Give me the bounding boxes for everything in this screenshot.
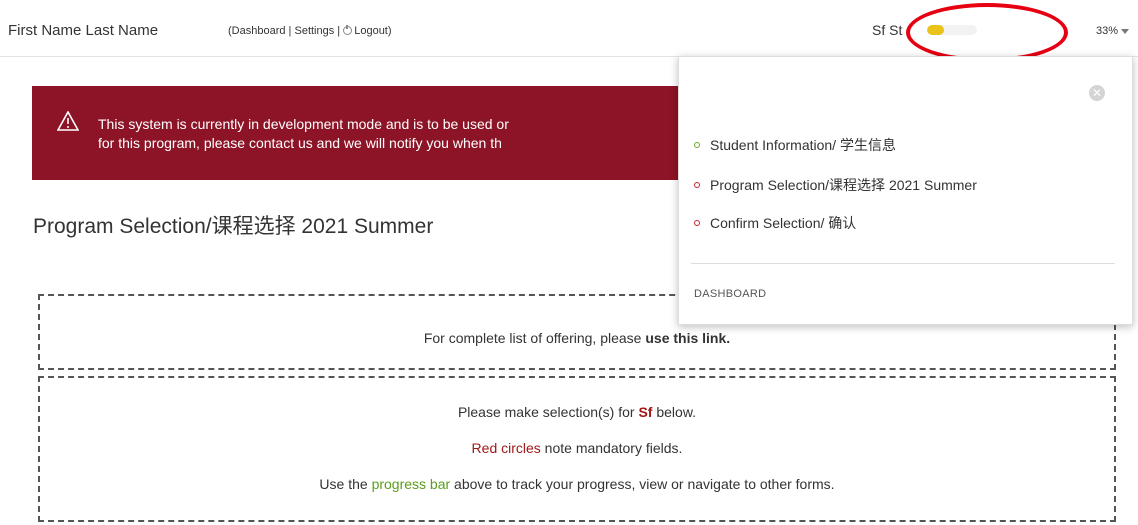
logout-label: Logout	[354, 25, 388, 37]
user-nav-links: (Dashboard | Settings | Logout)	[228, 25, 392, 37]
progress-bar[interactable]	[927, 25, 977, 35]
student-name-highlight: Sf	[638, 404, 653, 420]
instruction-1-prefix: Please make selection(s) for	[457, 404, 639, 420]
alert-text-line-2: for this program, please contact us and …	[98, 135, 502, 151]
page-title: Program Selection/课程选择 2021 Summer	[33, 215, 434, 238]
alert-text-line-1: This system is currently in development …	[98, 116, 509, 132]
dashboard-link[interactable]: Dashboard	[232, 25, 286, 37]
status-circle-icon	[694, 182, 700, 188]
instruction-1-suffix: below.	[652, 404, 697, 420]
settings-link[interactable]: Settings	[294, 25, 334, 37]
close-icon[interactable]: ✕	[1089, 85, 1105, 101]
red-circles-highlight: Red circles	[471, 440, 541, 456]
logout-link[interactable]: Logout	[343, 25, 388, 37]
instructions-box: Please make selection(s) for Sf below. R…	[38, 376, 1116, 522]
instruction-line-1: Please make selection(s) for Sf below.	[40, 404, 1114, 420]
progress-bar-fill	[927, 25, 944, 35]
instruction-3-prefix: Use the	[319, 476, 372, 492]
dev-mode-alert: This system is currently in development …	[32, 86, 732, 180]
dropdown-item-label: Confirm Selection/ 确认	[710, 215, 857, 231]
instruction-2-suffix: note mandatory fields.	[540, 440, 683, 456]
nav-separator: |	[334, 25, 344, 37]
dropdown-item-label: Program Selection/课程选择 2021 Summer	[710, 177, 977, 193]
dropdown-item-student-information[interactable]: Student Information/ 学生信息	[694, 135, 896, 155]
nav-paren-close: )	[387, 25, 392, 37]
status-circle-icon	[694, 220, 700, 226]
user-name: First Name Last Name	[8, 22, 159, 39]
dropdown-dashboard-link[interactable]: DASHBOARD	[694, 288, 766, 300]
instruction-line-2: Red circles note mandatory fields.	[40, 440, 1114, 456]
instruction-line-3: Use the progress bar above to track your…	[40, 476, 1114, 492]
warning-icon	[57, 111, 79, 131]
offering-info-text: For complete list of offering, please us…	[40, 330, 1114, 346]
dropdown-divider	[691, 263, 1115, 264]
dropdown-item-confirm-selection[interactable]: Confirm Selection/ 确认	[694, 213, 856, 233]
progress-percent[interactable]: 33%	[1096, 25, 1118, 37]
offering-info-prefix: For complete list of offering, please	[423, 330, 646, 346]
student-name-short[interactable]: Sf St	[872, 22, 902, 38]
top-bar: First Name Last Name (Dashboard | Settin…	[0, 0, 1138, 57]
progress-dropdown: ✕ Student Information/ 学生信息 Program Sele…	[678, 56, 1133, 325]
chevron-down-icon[interactable]	[1121, 29, 1129, 34]
dropdown-item-label: Student Information/ 学生信息	[710, 137, 896, 153]
status-circle-icon	[694, 142, 700, 148]
power-icon	[343, 25, 353, 35]
progress-bar-highlight: progress bar	[371, 476, 451, 492]
dropdown-item-program-selection[interactable]: Program Selection/课程选择 2021 Summer	[694, 175, 977, 195]
instruction-3-suffix: above to track your progress, view or na…	[450, 476, 835, 492]
offering-list-link[interactable]: use this link.	[645, 330, 730, 346]
